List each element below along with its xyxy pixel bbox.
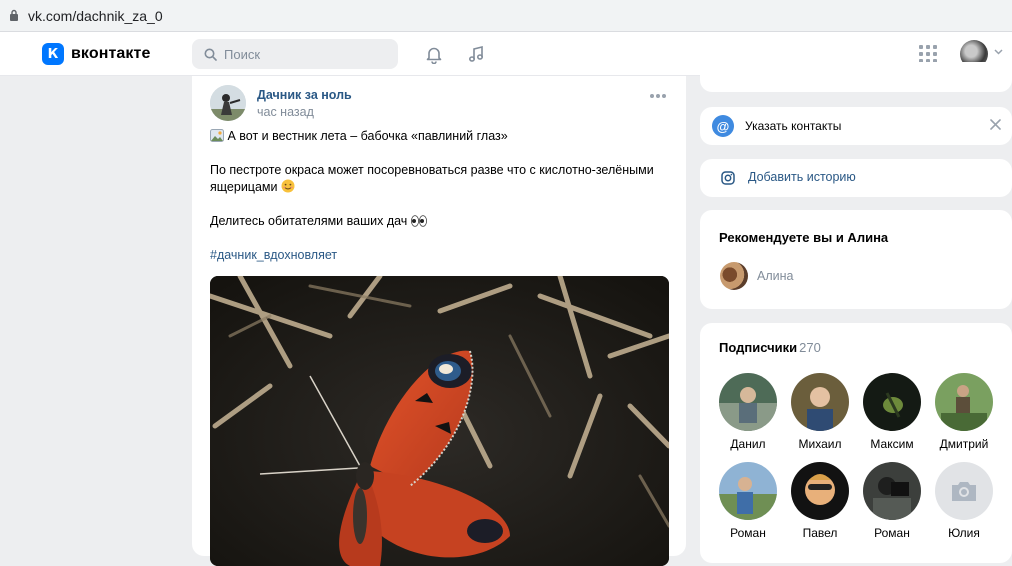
butterfly-photo-emoji-icon [210, 129, 224, 142]
camera-icon [952, 482, 976, 501]
subscriber-avatar[interactable] [719, 462, 777, 520]
recommend-card: Рекомендуете вы и Алина Алина [700, 210, 1012, 309]
bell-icon[interactable] [424, 44, 444, 64]
subscriber-avatar[interactable] [791, 373, 849, 431]
at-sign-icon: @ [712, 115, 734, 137]
browser-address-bar: vk.com/dachnik_za_0 [0, 0, 1012, 32]
subscriber-item[interactable]: Данил [712, 373, 784, 451]
subscriber-avatar-placeholder[interactable] [935, 462, 993, 520]
subscriber-name[interactable]: Павел [784, 526, 856, 540]
logo-text: вконтакте [71, 45, 151, 62]
lock-icon [8, 9, 20, 23]
music-icon[interactable] [466, 44, 486, 64]
specify-contacts-label[interactable]: Указать контакты [745, 119, 841, 133]
subscribers-card: Подписчики 270 Данил Михаил Максим Дмитри… [700, 323, 1012, 563]
subscriber-name[interactable]: Данил [712, 437, 784, 451]
apps-grid-icon[interactable] [919, 45, 937, 63]
search-icon [204, 48, 217, 61]
subscriber-name[interactable]: Дмитрий [928, 437, 1000, 451]
subscriber-avatar[interactable] [863, 373, 921, 431]
subscriber-avatar[interactable] [935, 373, 993, 431]
close-icon[interactable] [990, 119, 1001, 130]
post-hashtag-link[interactable]: #дачник_вдохновляет [210, 248, 337, 262]
add-story-card[interactable]: Добавить историю [700, 159, 1012, 197]
post-author-name[interactable]: Дачник за ноль [257, 88, 352, 102]
search-box[interactable] [192, 39, 398, 69]
subscribers-title[interactable]: Подписчики 270 [719, 340, 821, 355]
subscriber-item[interactable]: Максим [856, 373, 928, 451]
subscriber-item[interactable]: Роман [856, 462, 928, 540]
subscriber-name[interactable]: Юлия [928, 526, 1000, 540]
subscriber-name[interactable]: Михаил [784, 437, 856, 451]
eyes-emoji-icon [410, 215, 427, 227]
specify-contacts-card[interactable]: @ Указать контакты [700, 107, 1012, 145]
instagram-icon [721, 171, 735, 185]
subscriber-avatar[interactable] [791, 462, 849, 520]
subscriber-name[interactable]: Роман [856, 526, 928, 540]
vk-logo[interactable]: К вконтакте [42, 43, 150, 65]
subscriber-item[interactable]: Юлия [928, 462, 1000, 540]
post-line-1: А вот и вестник лета – бабочка «павлиний… [227, 129, 508, 143]
subscriber-name[interactable]: Роман [712, 526, 784, 540]
more-options-icon[interactable] [650, 94, 666, 98]
add-story-label[interactable]: Добавить историю [748, 170, 856, 184]
subscriber-avatar[interactable] [719, 373, 777, 431]
post-time[interactable]: час назад [257, 105, 314, 119]
subscriber-item[interactable]: Павел [784, 462, 856, 540]
recommend-name[interactable]: Алина [757, 269, 793, 283]
search-input[interactable] [224, 46, 384, 62]
subscriber-item[interactable]: Роман [712, 462, 784, 540]
wall-post: Дачник за ноль час назад А вот и вестник… [192, 76, 686, 566]
post-line-3: Делитесь обитателями ваших дач [210, 214, 408, 228]
subscriber-item[interactable]: Дмитрий [928, 373, 1000, 451]
post-photo-butterfly[interactable] [210, 276, 669, 566]
subscriber-name[interactable]: Максим [856, 437, 928, 451]
recommend-title: Рекомендуете вы и Алина [719, 230, 889, 245]
smile-emoji-icon [281, 179, 295, 193]
address-url[interactable]: vk.com/dachnik_za_0 [28, 8, 163, 24]
vk-logo-icon: К [42, 43, 64, 65]
post-text: А вот и вестник лета – бабочка «павлиний… [210, 128, 670, 264]
chevron-down-icon[interactable] [994, 49, 1003, 55]
sidebar-top-card [700, 62, 1012, 92]
subscribers-count: 270 [799, 340, 821, 355]
recommend-avatar[interactable] [720, 262, 748, 290]
subscriber-avatar[interactable] [863, 462, 921, 520]
post-line-2: По пестроте окраса может посоревноваться… [210, 163, 654, 194]
subscriber-item[interactable]: Михаил [784, 373, 856, 451]
post-author-avatar[interactable] [210, 85, 246, 121]
